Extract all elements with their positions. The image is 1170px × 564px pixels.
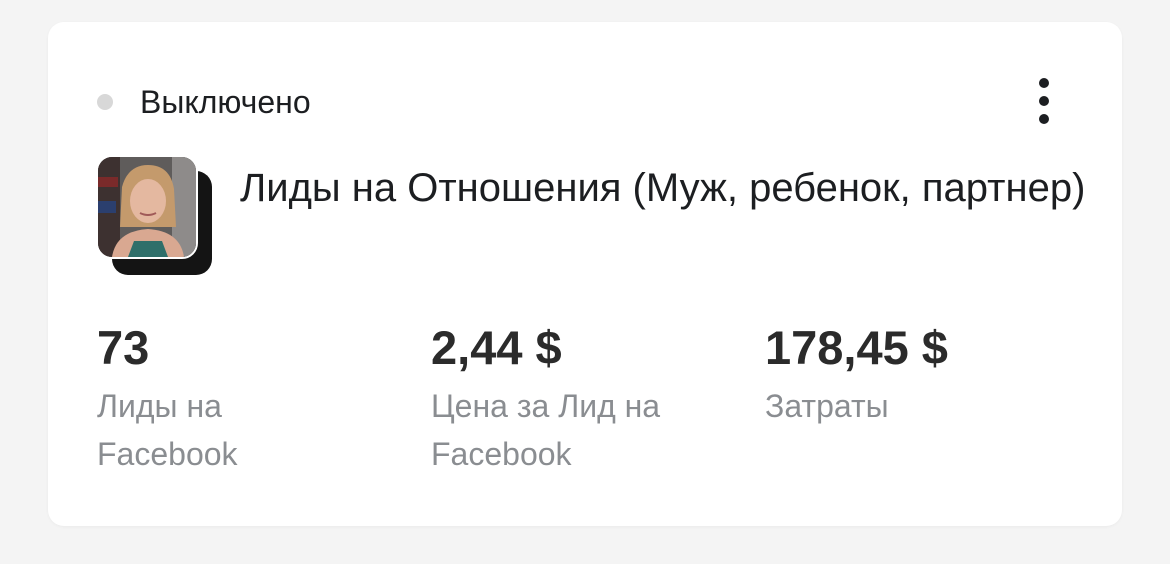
more-options-button[interactable]	[1030, 78, 1058, 124]
metric-cost-per-lead: 2,44 $ Цена за Лид на Facebook	[431, 318, 731, 478]
status-label: Выключено	[140, 84, 311, 120]
metric-leads: 73 Лиды на Facebook	[97, 318, 297, 478]
status-dot	[97, 94, 113, 110]
campaign-card[interactable]: Выключено Лиды на Отношения (Муж, ребено…	[48, 22, 1122, 526]
metric-label: Лиды на Facebook	[97, 388, 238, 472]
metric-value: 2,44 $	[431, 321, 562, 374]
metric-value: 178,45 $	[765, 321, 948, 374]
ad-thumbnail-stack[interactable]	[96, 155, 216, 277]
metric-spend: 178,45 $ Затраты	[765, 318, 1065, 430]
metric-label: Цена за Лид на Facebook	[431, 388, 661, 472]
video-thumbnail-woman	[98, 157, 196, 257]
metric-label: Затраты	[765, 388, 889, 424]
metric-value: 73	[97, 321, 150, 374]
status-row: Выключено	[97, 80, 311, 124]
ad-thumbnail	[96, 155, 198, 259]
more-vertical-icon	[1039, 78, 1049, 88]
campaign-title[interactable]: Лиды на Отношения (Муж, ребенок, партнер…	[240, 160, 1100, 216]
